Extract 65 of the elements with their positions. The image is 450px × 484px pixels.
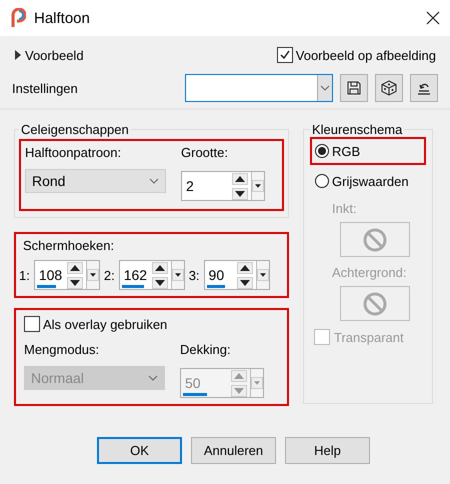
checkbox[interactable] (276, 47, 293, 63)
spin-up-icon[interactable] (232, 172, 248, 184)
dialog-button[interactable]: OK (97, 437, 182, 464)
presets-label: Instellingen (12, 80, 79, 96)
dice-icon (381, 80, 397, 96)
spin-field[interactable]: 108 (34, 260, 100, 290)
radio-label: Grijswaarden (332, 174, 409, 188)
radio-button[interactable] (315, 174, 329, 188)
spin-up-icon[interactable] (152, 262, 168, 274)
dialog-button[interactable]: Help (285, 437, 370, 464)
channel-label: 2: (104, 268, 115, 282)
chevron-down-icon (320, 85, 330, 91)
check-icon (278, 49, 291, 61)
radio-label: RGB (332, 144, 360, 158)
spin-down-icon[interactable] (66, 276, 83, 288)
caret-icon[interactable] (252, 180, 264, 192)
preview-label[interactable]: Voorbeeld (25, 48, 84, 62)
background-color-button[interactable] (340, 286, 410, 321)
ink-color-button[interactable] (340, 222, 410, 257)
dialog-button[interactable]: Annuleren (191, 437, 276, 464)
caret-icon[interactable] (256, 269, 269, 281)
presets-dropdown[interactable] (185, 74, 333, 102)
spin-down-icon[interactable] (232, 188, 248, 200)
spin-field[interactable]: 90 (204, 260, 270, 290)
dropdown-button[interactable] (170, 261, 184, 289)
prohibited-icon (363, 292, 387, 316)
dropdown-button[interactable] (256, 261, 269, 289)
checkbox-label: Transparant (334, 330, 404, 344)
checkbox-label: Als overlay gebruiken (43, 316, 168, 332)
spin-field[interactable]: 162 (118, 260, 185, 290)
spin-up-icon[interactable] (236, 262, 253, 274)
checkbox-label: Voorbeeld op afbeelding (296, 48, 436, 62)
caret-icon[interactable] (172, 269, 184, 281)
spin-down-icon[interactable] (152, 276, 168, 288)
field-label: Inkt: (332, 201, 357, 216)
chevron-down-icon (148, 375, 158, 381)
group-title: Celeigenschappen (20, 122, 130, 137)
prohibited-icon (363, 228, 387, 252)
spin-up-icon[interactable] (66, 262, 83, 274)
channel-label: 1: (19, 268, 30, 282)
app-logo-icon (10, 8, 26, 28)
radio-button[interactable] (315, 144, 329, 158)
checkbox[interactable] (24, 316, 40, 332)
caret-icon[interactable] (86, 269, 99, 281)
save-button[interactable] (340, 74, 368, 102)
pattern-dropdown[interactable]: Rond (25, 169, 166, 193)
chevron-down-icon (149, 178, 159, 184)
reset-button[interactable] (410, 74, 438, 102)
field-label: Grootte: (181, 145, 229, 162)
field-label: Mengmodus: (24, 342, 100, 359)
field-label: Achtergrond: (332, 265, 406, 280)
field-label: Dekking: (180, 342, 232, 359)
window-title: Halftoon (34, 10, 91, 26)
spin-field[interactable]: 2 (181, 171, 265, 201)
field-label: Halftoonpatroon: (25, 145, 122, 162)
dropdown-button[interactable] (86, 261, 99, 289)
randomize-button[interactable] (375, 74, 403, 102)
channel-label: 3: (188, 268, 200, 282)
spin-down-icon[interactable] (236, 276, 253, 288)
expand-arrow-icon[interactable] (14, 50, 22, 60)
radio-option[interactable]: Grijswaarden (310, 167, 426, 195)
close-icon[interactable] (426, 11, 440, 25)
group-title: Schermhoeken: (23, 238, 116, 255)
dropdown-button[interactable] (251, 172, 264, 200)
group-title: Kleurenschema (311, 122, 404, 137)
